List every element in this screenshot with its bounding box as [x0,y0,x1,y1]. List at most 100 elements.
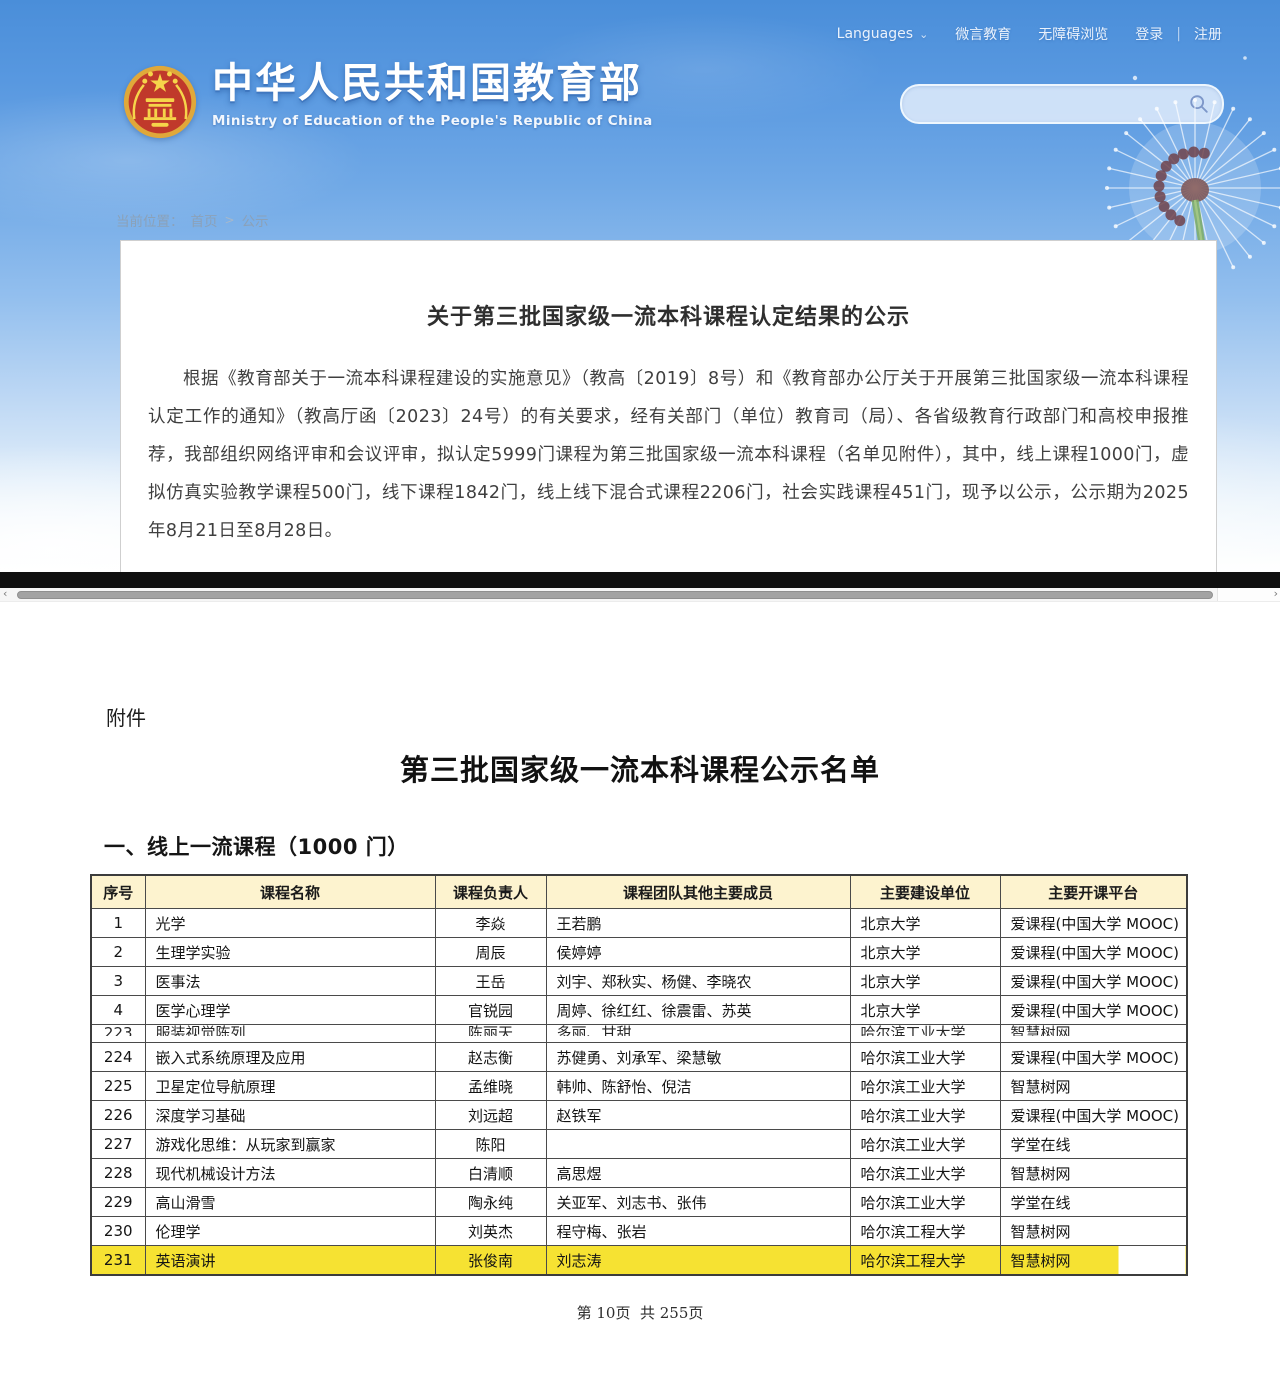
national-emblem-logo [122,60,198,144]
course-leader: 孟维晓 [435,1072,546,1101]
construction-unit: 北京大学 [850,909,1000,938]
scroll-left-arrow-icon[interactable]: ‹ [3,587,7,601]
course-leader: 陈丽天 [435,1025,546,1043]
course-name: 伦理学 [145,1217,435,1246]
register-link[interactable]: 注册 [1194,24,1222,44]
team-members: 多丽、甘甜 [546,1025,850,1043]
course-leader: 刘英杰 [435,1217,546,1246]
row-index: 226 [91,1101,145,1130]
course-leader: 张俊南 [435,1246,546,1276]
course-name: 深度学习基础 [145,1101,435,1130]
course-name: 医事法 [145,967,435,996]
team-members: 周婷、徐红红、徐震雷、苏英 [546,996,850,1025]
column-header-platform: 主要开课平台 [1000,875,1187,909]
platform: 智慧树网 [1000,1217,1187,1246]
pagination-info: 第 10页 共 255页 [0,1302,1280,1323]
table-row-partial: 223服装视觉陈列陈丽天多丽、甘甜哈尔滨工业大学智慧树网 [91,1025,1187,1043]
row-index: 231 [91,1246,145,1276]
platform: 爱课程(中国大学 MOOC) [1000,996,1187,1025]
table-row: 1光学李焱王若鹏北京大学爱课程(中国大学 MOOC) [91,909,1187,938]
nav-link-weiyan-edu[interactable]: 微言教育 [955,24,1011,44]
row-index: 223 [91,1025,145,1043]
platform: 爱课程(中国大学 MOOC) [1000,967,1187,996]
table-row: 224嵌入式系统原理及应用赵志衡苏健勇、刘承军、梁慧敏哈尔滨工业大学爱课程(中国… [91,1043,1187,1072]
scroll-right-arrow-icon[interactable]: › [1274,587,1278,601]
column-header-no: 序号 [91,875,145,909]
course-leader: 李焱 [435,909,546,938]
course-name: 英语演讲 [145,1246,435,1276]
nav-link-accessibility[interactable]: 无障碍浏览 [1038,24,1108,44]
row-index: 224 [91,1043,145,1072]
course-name: 生理学实验 [145,938,435,967]
platform: 学堂在线 [1000,1130,1187,1159]
construction-unit: 哈尔滨工业大学 [850,1101,1000,1130]
team-members: 韩帅、陈舒怡、倪洁 [546,1072,850,1101]
platform: 智慧树网 [1000,1246,1187,1276]
page-root: Languages ⌄ 微言教育 无障碍浏览 登录 | 注册 [0,0,1280,1387]
course-leader: 周辰 [435,938,546,967]
table-row: 229高山滑雪陶永纯关亚军、刘志书、张伟哈尔滨工业大学学堂在线 [91,1188,1187,1217]
platform: 爱课程(中国大学 MOOC) [1000,1101,1187,1130]
course-name: 嵌入式系统原理及应用 [145,1043,435,1072]
search-icon[interactable] [1188,93,1210,115]
horizontal-scrollbar[interactable]: ‹ › [0,588,1280,602]
construction-unit: 哈尔滨工业大学 [850,1072,1000,1101]
site-header: Languages ⌄ 微言教育 无障碍浏览 登录 | 注册 [0,0,1280,572]
site-logo-block: 中华人民共和国教育部 Ministry of Education of the … [122,60,653,144]
row-index: 1 [91,909,145,938]
row-index: 230 [91,1217,145,1246]
team-members: 程守梅、张岩 [546,1217,850,1246]
table-row: 227游戏化思维：从玩家到赢家陈阳哈尔滨工业大学学堂在线 [91,1130,1187,1159]
breadcrumb-separator: > [225,213,235,227]
course-leader: 刘远超 [435,1101,546,1130]
platform: 智慧树网 [1000,1159,1187,1188]
platform: 学堂在线 [1000,1188,1187,1217]
course-leader: 王岳 [435,967,546,996]
column-header-leader: 课程负责人 [435,875,546,909]
course-name: 游戏化思维：从玩家到赢家 [145,1130,435,1159]
site-subtitle: Ministry of Education of the People's Re… [212,113,653,129]
platform: 爱课程(中国大学 MOOC) [1000,938,1187,967]
column-header-course-name: 课程名称 [145,875,435,909]
table-header-row: 序号 课程名称 课程负责人 课程团队其他主要成员 主要建设单位 主要开课平台 [91,875,1187,909]
team-members: 赵铁军 [546,1101,850,1130]
construction-unit: 北京大学 [850,967,1000,996]
column-header-unit: 主要建设单位 [850,875,1000,909]
search-input[interactable] [902,86,1188,122]
team-members: 高思煜 [546,1159,850,1188]
breadcrumb-current[interactable]: 公示 [242,210,269,230]
construction-unit: 北京大学 [850,938,1000,967]
course-name: 现代机械设计方法 [145,1159,435,1188]
course-table-body: 1光学李焱王若鹏北京大学爱课程(中国大学 MOOC)2生理学实验周辰侯婷婷北京大… [91,909,1187,1276]
announcement-panel: 关于第三批国家级一流本科课程认定结果的公示 根据《教育部关于一流本科课程建设的实… [120,240,1217,572]
platform: 智慧树网 [1000,1025,1187,1043]
scrollbar-thumb[interactable] [17,591,1213,599]
document-title: 第三批国家级一流本科课程公示名单 [0,747,1280,789]
team-members: 王若鹏 [546,909,850,938]
scrollbar-endcap [1217,588,1280,601]
construction-unit: 哈尔滨工业大学 [850,1025,1000,1043]
platform: 爱课程(中国大学 MOOC) [1000,1043,1187,1072]
course-leader: 陶永纯 [435,1188,546,1217]
row-index: 4 [91,996,145,1025]
course-leader: 官锐园 [435,996,546,1025]
team-members: 苏健勇、刘承军、梁慧敏 [546,1043,850,1072]
construction-unit: 哈尔滨工业大学 [850,1043,1000,1072]
construction-unit: 哈尔滨工业大学 [850,1159,1000,1188]
login-link[interactable]: 登录 [1135,24,1163,44]
announcement-title: 关于第三批国家级一流本科课程认定结果的公示 [121,299,1216,331]
language-selector[interactable]: Languages ⌄ [837,26,929,42]
breadcrumb: 当前位置： 首页 > 公示 [116,210,269,230]
language-label: Languages [837,26,913,42]
platform: 爱课程(中国大学 MOOC) [1000,909,1187,938]
table-row: 230伦理学刘英杰程守梅、张岩哈尔滨工程大学智慧树网 [91,1217,1187,1246]
course-leader: 赵志衡 [435,1043,546,1072]
construction-unit: 哈尔滨工程大学 [850,1217,1000,1246]
table-row: 231英语演讲张俊南刘志涛哈尔滨工程大学智慧树网 [91,1246,1187,1276]
course-name: 光学 [145,909,435,938]
row-index: 225 [91,1072,145,1101]
breadcrumb-home-link[interactable]: 首页 [191,210,218,230]
platform: 智慧树网 [1000,1072,1187,1101]
nav-divider: | [1176,26,1181,42]
construction-unit: 北京大学 [850,996,1000,1025]
